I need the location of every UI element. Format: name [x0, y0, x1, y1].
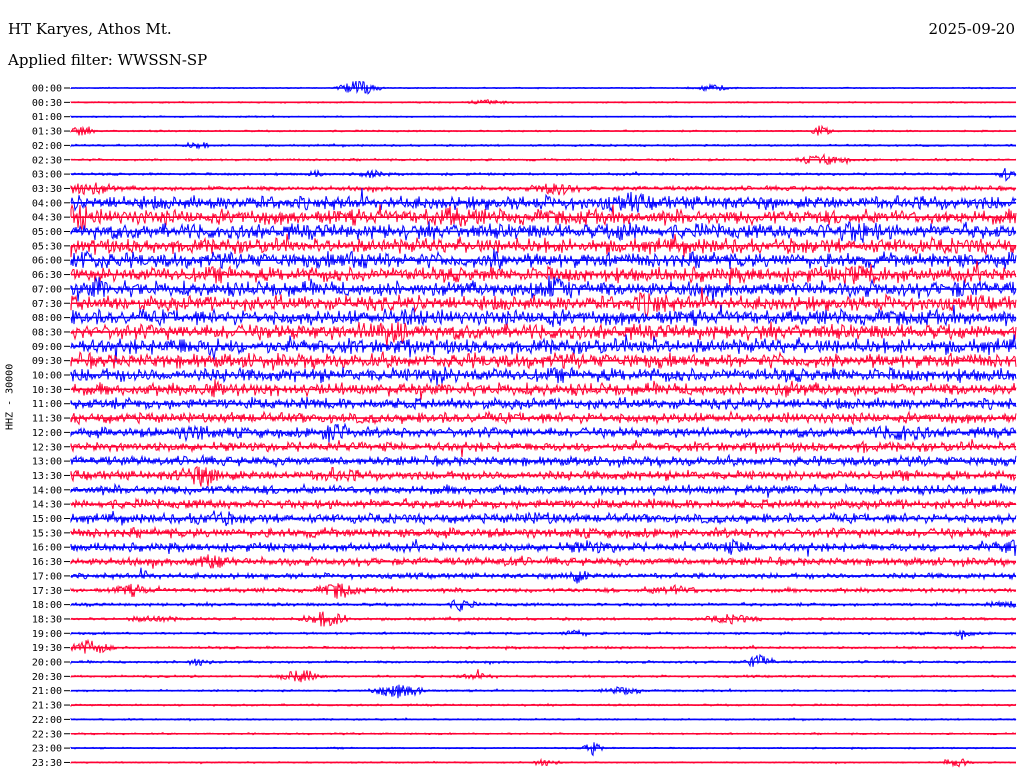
seismic-trace	[70, 321, 1017, 348]
row-tick-label: 17:00	[32, 571, 62, 582]
seismic-trace	[70, 188, 1017, 213]
row-tick-label: 01:00	[32, 112, 62, 123]
row-tick-label: 15:30	[32, 528, 62, 539]
row-tick-label: 05:00	[32, 227, 62, 238]
row-tick-label: 04:00	[32, 198, 62, 209]
row-tick-label: 18:30	[32, 614, 62, 625]
row-tick-label: 20:00	[32, 658, 62, 669]
row-tick-label: 00:00	[32, 84, 62, 95]
row-tick-label: 02:30	[32, 155, 62, 166]
seismic-trace	[70, 599, 1017, 613]
row-tick-label: 19:30	[32, 643, 62, 654]
row-tick-label: 01:30	[32, 127, 62, 138]
row-tick-label: 09:00	[32, 342, 62, 353]
row-tick-label: 03:30	[32, 184, 62, 195]
row-tick-label: 20:30	[32, 672, 62, 683]
row-tick-label: 16:00	[32, 543, 62, 554]
seismic-trace	[70, 287, 1017, 318]
row-tick-label: 13:00	[32, 457, 62, 468]
row-tick-label: 04:30	[32, 213, 62, 224]
row-tick-label: 07:30	[32, 299, 62, 310]
row-tick-label: 18:00	[32, 600, 62, 611]
seismic-trace	[70, 628, 1017, 640]
seismogram-plot: 00:00 00:30 01:00 01:30 02:00 02:30 03:00 03:30…	[32, 80, 1017, 769]
row-tick-label: 12:30	[32, 442, 62, 453]
row-tick-label: 11:00	[32, 399, 62, 410]
row-tick-label: 21:00	[32, 686, 62, 697]
seismic-trace	[70, 422, 1017, 443]
row-tick-label: 00:30	[32, 98, 62, 109]
row-tick-label: 06:30	[32, 270, 62, 281]
row-tick-label: 02:00	[32, 141, 62, 152]
row-tick-label: 14:00	[32, 485, 62, 496]
row-tick-label: 11:30	[32, 414, 62, 425]
seismic-trace	[70, 439, 1017, 458]
row-tick-label: 22:00	[32, 715, 62, 726]
row-tick-label: 10:30	[32, 385, 62, 396]
row-tick-label: 16:30	[32, 557, 62, 568]
row-tick-label: 23:30	[32, 758, 62, 769]
row-tick-label: 06:00	[32, 256, 62, 267]
row-tick-label: 14:30	[32, 500, 62, 511]
row-tick-label: 23:00	[32, 744, 62, 755]
row-tick-label: 13:30	[32, 471, 62, 482]
row-tick-label: 08:30	[32, 327, 62, 338]
row-tick-label: 22:30	[32, 729, 62, 740]
row-tick-label: 03:00	[32, 170, 62, 181]
row-tick-label: 19:00	[32, 629, 62, 640]
seismic-trace	[70, 653, 1017, 668]
row-tick-label: 17:30	[32, 586, 62, 597]
row-tick-label: 12:00	[32, 428, 62, 439]
row-tick-label: 10:00	[32, 371, 62, 382]
row-tick-label: 15:00	[32, 514, 62, 525]
seismic-trace	[70, 366, 1017, 386]
seismic-trace	[70, 466, 1017, 487]
row-tick-label: 21:30	[32, 701, 62, 712]
row-tick-label: 05:30	[32, 241, 62, 252]
row-tick-label: 07:00	[32, 284, 62, 295]
row-tick-label: 08:00	[32, 313, 62, 324]
row-tick-label: 09:30	[32, 356, 62, 367]
